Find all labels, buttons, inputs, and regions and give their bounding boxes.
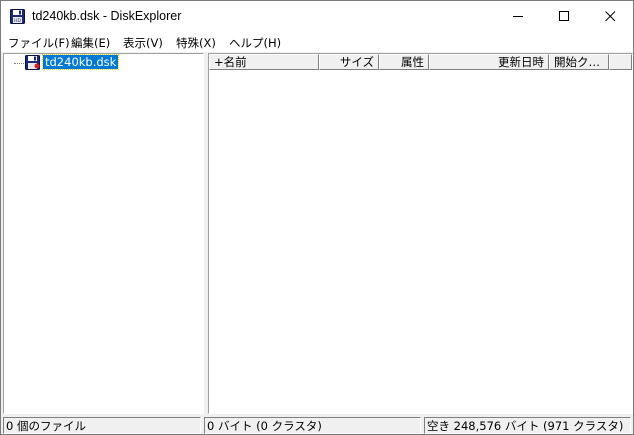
- title-bar[interactable]: HD td240kb.dsk - DiskExplorer: [1, 1, 633, 32]
- menu-help[interactable]: ヘルプ(H): [229, 35, 281, 51]
- minimize-icon: [512, 16, 523, 17]
- floppy-disk-icon: HD: [10, 9, 25, 24]
- menu-edit[interactable]: 編集(E): [71, 35, 110, 51]
- status-bar: 0 個のファイル 0 バイト (0 クラスタ) 空き 248,576 バイト (…: [1, 415, 633, 434]
- column-start-cluster[interactable]: 開始ク…: [549, 54, 609, 70]
- file-list[interactable]: +名前 サイズ 属性 更新日時 開始ク…: [208, 53, 633, 414]
- svg-text:HD: HD: [14, 18, 21, 24]
- floppy-disk-icon: [25, 55, 40, 70]
- close-button[interactable]: [587, 1, 633, 32]
- status-file-count: 0 個のファイル: [3, 417, 201, 434]
- app-window: HD td240kb.dsk - DiskExplorer ファイル(F) 編集…: [0, 0, 634, 435]
- menu-special[interactable]: 特殊(X): [176, 35, 216, 51]
- menu-file[interactable]: ファイル(F): [8, 35, 70, 51]
- column-modified[interactable]: 更新日時: [429, 54, 549, 70]
- column-attributes[interactable]: 属性: [379, 54, 429, 70]
- column-filler: [609, 54, 632, 70]
- status-free-space: 空き 248,576 バイト (971 クラスタ): [424, 417, 631, 434]
- tree-item-root[interactable]: td240kb.dsk: [41, 54, 120, 70]
- folder-tree[interactable]: td240kb.dsk: [3, 53, 204, 414]
- menu-bar: ファイル(F) 編集(E) 表示(V) 特殊(X) ヘルプ(H): [1, 32, 633, 52]
- list-header: +名前 サイズ 属性 更新日時 開始ク…: [209, 54, 632, 70]
- column-name[interactable]: +名前: [209, 54, 319, 70]
- maximize-button[interactable]: [541, 1, 587, 32]
- column-size[interactable]: サイズ: [319, 54, 379, 70]
- menu-view[interactable]: 表示(V): [123, 35, 163, 51]
- close-icon: [604, 11, 615, 22]
- window-title: td240kb.dsk - DiskExplorer: [32, 9, 182, 23]
- minimize-button[interactable]: [495, 1, 541, 32]
- status-selection-size: 0 バイト (0 クラスタ): [204, 417, 421, 434]
- maximize-icon: [558, 11, 569, 21]
